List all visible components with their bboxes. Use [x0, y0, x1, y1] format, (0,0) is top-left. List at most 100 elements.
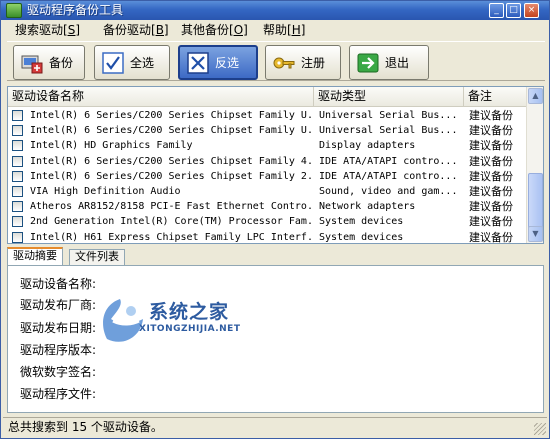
backup-label: 备份 — [49, 55, 74, 70]
row-checkbox[interactable] — [12, 201, 23, 213]
row-driver-name: VIA High Definition Audio — [30, 185, 181, 197]
row-checkbox[interactable] — [12, 140, 23, 152]
detail-files: 驱动程序文件: — [20, 387, 97, 401]
row-note: 建议备份 — [469, 169, 513, 183]
tab-file-list[interactable]: 文件列表 — [69, 249, 125, 265]
status-text: 总共搜索到 15 个驱动设备。 — [8, 420, 163, 434]
row-note: 建议备份 — [469, 139, 513, 153]
row-note: 建议备份 — [469, 230, 513, 244]
column-header-name[interactable]: 驱动设备名称 — [8, 87, 314, 107]
watermark-cn-text: 系统之家 — [149, 301, 230, 323]
vertical-scrollbar[interactable]: ▲ ▼ — [526, 87, 543, 243]
menu-other-accel: [O] — [229, 23, 248, 37]
invert-selection-button[interactable]: 反选 — [178, 45, 258, 80]
driver-details-panel: 驱动设备名称: 驱动发布厂商: 驱动发布日期: 驱动程序版本: 微软数字签名: … — [7, 265, 544, 413]
row-driver-type: System devices — [319, 216, 404, 228]
row-checkbox[interactable] — [12, 125, 23, 137]
menu-backup-drivers[interactable]: 备份驱动[B] — [103, 23, 169, 38]
menu-backup-label: 备份驱动 — [103, 23, 152, 37]
invert-selection-label: 反选 — [215, 55, 240, 70]
table-row[interactable]: Intel(R) 6 Series/C200 Series Chipset Fa… — [8, 169, 527, 184]
scroll-thumb[interactable] — [528, 173, 543, 233]
scroll-up-arrow-icon[interactable]: ▲ — [528, 88, 543, 104]
detail-date: 驱动发布日期: — [20, 321, 97, 335]
row-checkbox[interactable] — [12, 216, 23, 228]
row-driver-type: IDE ATA/ATAPI contro... — [319, 170, 458, 182]
menu-other-label: 其他备份 — [181, 23, 230, 37]
main-window: 驱动程序备份工具 _ □ × 搜索驱动[S] 备份驱动[B] 其他备份[O] 帮… — [0, 0, 550, 439]
detail-device-name: 驱动设备名称: — [20, 277, 97, 291]
register-label: 注册 — [301, 55, 326, 70]
watermark-en-text: XITONGZHIJIA.NET — [139, 324, 241, 334]
list-header: 驱动设备名称 驱动类型 备注 — [8, 87, 527, 107]
menu-help-accel: [H] — [287, 23, 306, 37]
row-driver-name: Atheros AR8152/8158 PCI-E Fast Ethernet … — [30, 201, 313, 213]
maximize-button[interactable]: □ — [506, 3, 521, 18]
menu-search-label: 搜索驱动 — [15, 23, 64, 37]
row-note: 建议备份 — [469, 200, 513, 214]
checkmark-icon — [102, 51, 124, 74]
driver-list[interactable]: 驱动设备名称 驱动类型 备注 Intel(R) 6 Series/C200 Se… — [7, 86, 544, 244]
detail-version: 驱动程序版本: — [20, 343, 97, 357]
row-driver-type: Universal Serial Bus... — [319, 110, 458, 121]
status-bar: 总共搜索到 15 个驱动设备。 — [3, 417, 547, 436]
column-header-type[interactable]: 驱动类型 — [314, 87, 464, 107]
row-note: 建议备份 — [469, 124, 513, 138]
exit-button[interactable]: 退出 — [349, 45, 429, 80]
table-row[interactable]: Intel(R) 6 Series/C200 Series Chipset Fa… — [8, 154, 527, 169]
exit-label: 退出 — [385, 55, 410, 70]
row-driver-name: 2nd Generation Intel(R) Core(TM) Process… — [30, 216, 313, 228]
title-bar[interactable]: 驱动程序备份工具 _ □ × — [1, 1, 549, 20]
backup-icon — [21, 55, 43, 73]
menu-bar: 搜索驱动[S] 备份驱动[B] 其他备份[O] 帮助[H] — [7, 21, 547, 39]
select-all-button[interactable]: 全选 — [94, 45, 170, 80]
detail-tabs: 驱动摘要 文件列表 — [7, 247, 307, 265]
row-checkbox[interactable] — [12, 185, 23, 197]
table-row[interactable]: Intel(R) H61 Express Chipset Family LPC … — [8, 230, 527, 244]
row-checkbox[interactable] — [12, 155, 23, 167]
menu-search-accel: [S] — [63, 23, 80, 37]
row-driver-name: Intel(R) HD Graphics Family — [30, 140, 193, 152]
row-driver-name: Intel(R) 6 Series/C200 Series Chipset Fa… — [30, 110, 313, 121]
close-button[interactable]: × — [524, 3, 539, 18]
minimize-button[interactable]: _ — [489, 3, 504, 18]
row-driver-name: Intel(R) H61 Express Chipset Family LPC … — [30, 231, 313, 243]
app-icon — [6, 3, 22, 18]
row-driver-type: System devices — [319, 231, 404, 243]
key-icon — [273, 57, 295, 68]
tab-driver-summary[interactable]: 驱动摘要 — [7, 247, 63, 265]
driver-rows: Intel(R) 6 Series/C200 Series Chipset Fa… — [8, 108, 527, 244]
table-row[interactable]: Atheros AR8152/8158 PCI-E Fast Ethernet … — [8, 199, 527, 214]
row-note: 建议备份 — [469, 109, 513, 122]
detail-signature: 微软数字签名: — [20, 365, 97, 379]
watermark-emblem-icon — [103, 299, 143, 342]
column-header-note[interactable]: 备注 — [464, 87, 527, 107]
scroll-down-arrow-icon[interactable]: ▼ — [528, 226, 543, 242]
table-row[interactable]: VIA High Definition Audio Sound, video an… — [8, 184, 527, 199]
row-checkbox[interactable] — [12, 231, 23, 243]
table-row[interactable]: 2nd Generation Intel(R) Core(TM) Process… — [8, 214, 527, 229]
backup-button[interactable]: 备份 — [13, 45, 85, 80]
table-row[interactable]: Intel(R) 6 Series/C200 Series Chipset Fa… — [8, 108, 527, 123]
menu-backup-accel: [B] — [151, 23, 169, 37]
menu-help[interactable]: 帮助[H] — [263, 23, 305, 38]
row-note: 建议备份 — [469, 184, 513, 198]
row-driver-name: Intel(R) 6 Series/C200 Series Chipset Fa… — [30, 125, 313, 137]
row-note: 建议备份 — [469, 215, 513, 229]
row-driver-type: IDE ATA/ATAPI contro... — [319, 155, 458, 167]
row-checkbox[interactable] — [12, 170, 23, 182]
row-checkbox[interactable] — [12, 110, 23, 121]
invert-selection-icon — [187, 51, 209, 74]
menu-search-drivers[interactable]: 搜索驱动[S] — [15, 23, 80, 38]
select-all-label: 全选 — [130, 55, 155, 70]
register-button[interactable]: 注册 — [265, 45, 341, 80]
row-driver-type: Network adapters — [319, 201, 416, 213]
table-row[interactable]: Intel(R) 6 Series/C200 Series Chipset Fa… — [8, 123, 527, 138]
row-driver-type: Display adapters — [319, 140, 416, 152]
menu-other-backup[interactable]: 其他备份[O] — [181, 23, 248, 38]
toolbar: 备份 全选 反选 注册 退出 — [7, 41, 545, 81]
detail-vendor: 驱动发布厂商: — [20, 298, 97, 312]
table-row[interactable]: Intel(R) HD Graphics Family Display adapt… — [8, 138, 527, 153]
row-driver-type: Sound, video and gam... — [319, 185, 458, 197]
resize-grip-icon[interactable] — [534, 423, 546, 435]
